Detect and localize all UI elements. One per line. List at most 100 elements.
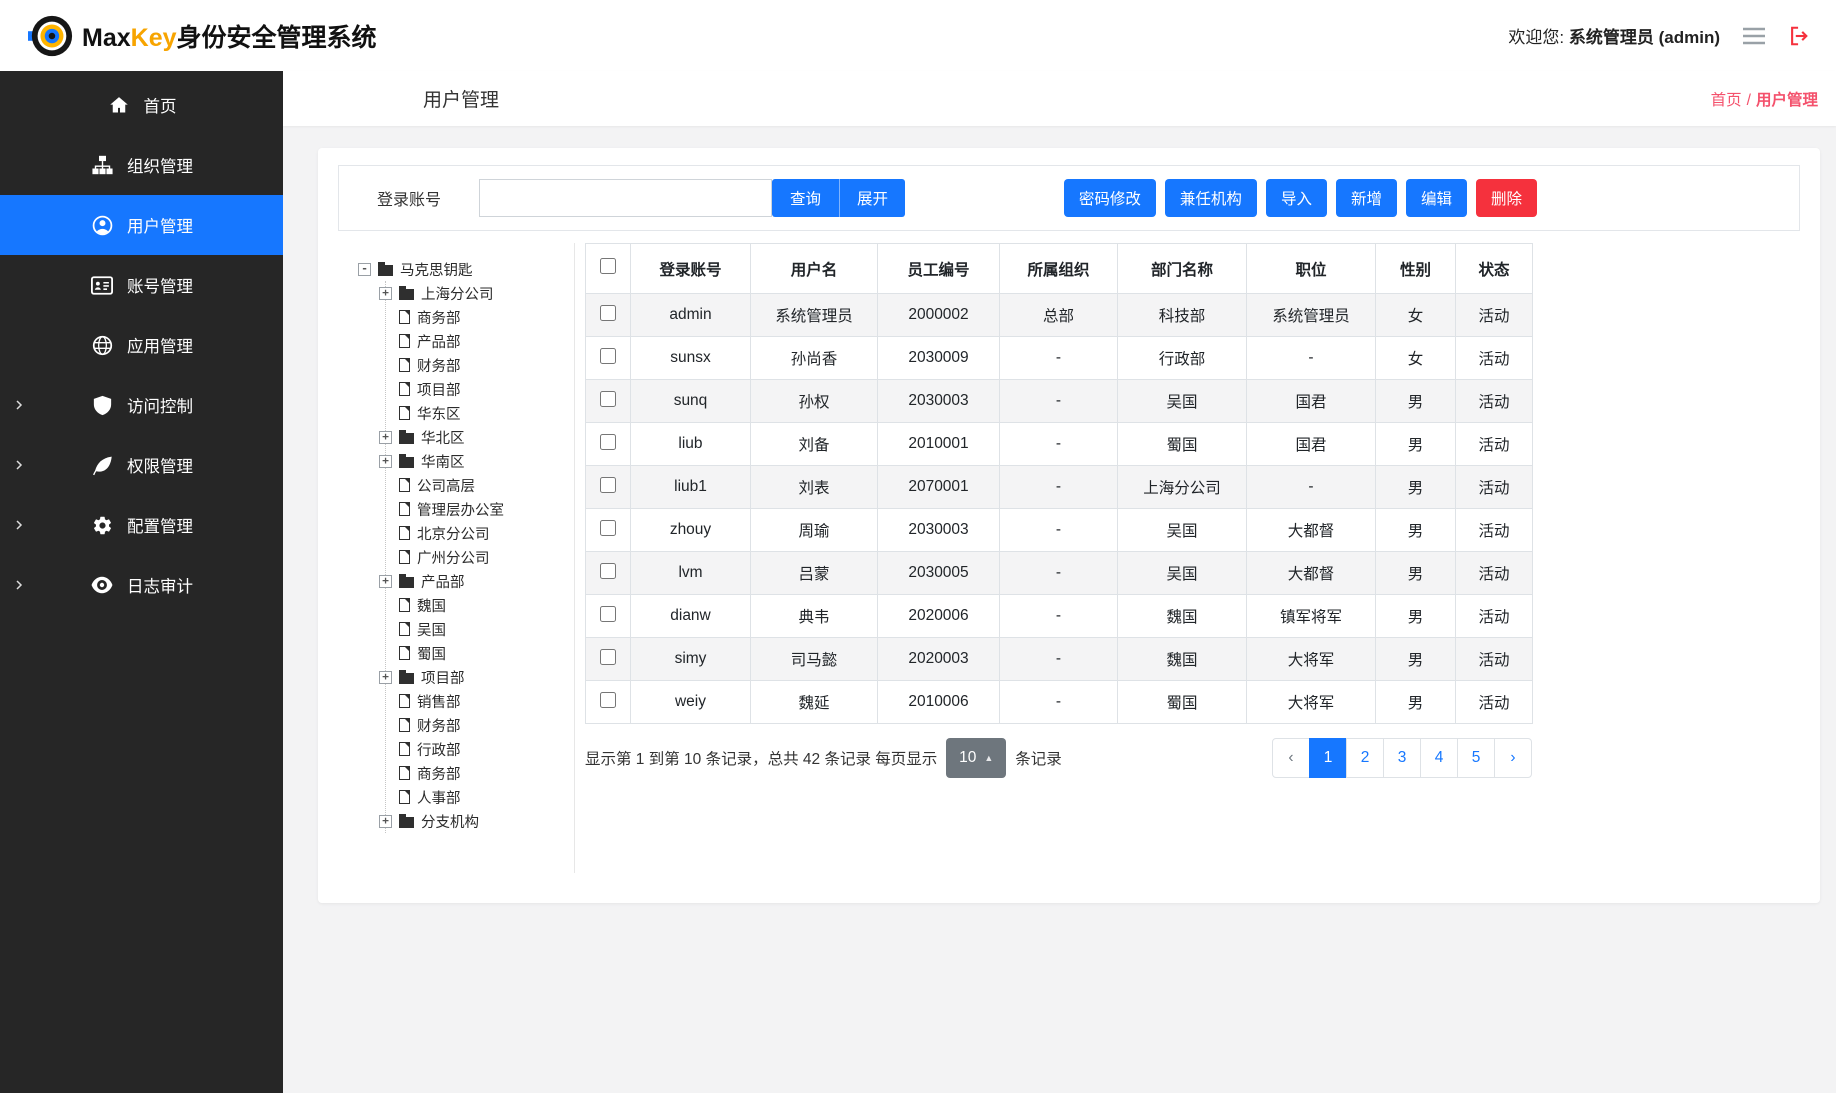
row-checkbox[interactable] bbox=[600, 606, 616, 622]
import-button[interactable]: 导入 bbox=[1266, 179, 1327, 217]
tree-node[interactable]: +项目部 bbox=[379, 665, 574, 689]
select-all-checkbox[interactable] bbox=[600, 258, 616, 274]
row-checkbox[interactable] bbox=[600, 692, 616, 708]
page-button-4[interactable]: 4 bbox=[1420, 738, 1458, 778]
sidebar-item-permissions[interactable]: 权限管理 bbox=[0, 435, 283, 495]
expand-icon[interactable]: + bbox=[379, 671, 392, 684]
row-checkbox[interactable] bbox=[600, 305, 616, 321]
sidebar-item-applications[interactable]: 应用管理 bbox=[0, 315, 283, 375]
edit-button[interactable]: 编辑 bbox=[1406, 179, 1467, 217]
table-row[interactable]: dianw典韦2020006-魏国镇军将军男活动 bbox=[586, 595, 1533, 638]
login-account-input[interactable] bbox=[479, 179, 772, 217]
welcome-text: 欢迎您: 系统管理员 (admin) bbox=[1508, 23, 1720, 48]
logout-icon[interactable] bbox=[1788, 25, 1810, 47]
breadcrumb-current[interactable]: 用户管理 bbox=[1756, 92, 1818, 109]
table-row[interactable]: liub刘备2010001-蜀国国君男活动 bbox=[586, 423, 1533, 466]
expand-icon[interactable]: + bbox=[379, 575, 392, 588]
sidebar-item-organizations[interactable]: 组织管理 bbox=[0, 135, 283, 195]
table-row[interactable]: sunq孙权2030003-吴国国君男活动 bbox=[586, 380, 1533, 423]
table-row[interactable]: admin系统管理员2000002总部科技部系统管理员女活动 bbox=[586, 294, 1533, 337]
tree-node[interactable]: 财务部 bbox=[379, 353, 574, 377]
column-header-gender: 性别 bbox=[1376, 244, 1456, 294]
expand-icon[interactable]: + bbox=[379, 287, 392, 300]
tree-node[interactable]: 华东区 bbox=[379, 401, 574, 425]
row-checkbox[interactable] bbox=[600, 434, 616, 450]
table-row[interactable]: sunsx孙尚香2030009-行政部-女活动 bbox=[586, 337, 1533, 380]
prev-page-button[interactable]: ‹ bbox=[1272, 738, 1310, 778]
sidebar-item-home[interactable]: 首页 bbox=[0, 75, 283, 135]
sidebar-item-users[interactable]: 用户管理 bbox=[0, 195, 283, 255]
tree-node[interactable]: 公司高层 bbox=[379, 473, 574, 497]
adjunct-org-button[interactable]: 兼任机构 bbox=[1165, 179, 1257, 217]
next-page-button[interactable]: › bbox=[1494, 738, 1532, 778]
file-icon bbox=[399, 598, 410, 612]
tree-node[interactable]: 销售部 bbox=[379, 689, 574, 713]
expand-icon[interactable]: + bbox=[379, 815, 392, 828]
pagination-summary-suffix: 条记录 bbox=[1015, 747, 1062, 769]
tree-node[interactable]: +华南区 bbox=[379, 449, 574, 473]
sidebar-item-configuration[interactable]: 配置管理 bbox=[0, 495, 283, 555]
tree-node[interactable]: +产品部 bbox=[379, 569, 574, 593]
expand-button[interactable]: 展开 bbox=[839, 179, 905, 217]
change-password-button[interactable]: 密码修改 bbox=[1064, 179, 1156, 217]
tree-node[interactable]: 魏国 bbox=[379, 593, 574, 617]
tree-node[interactable]: 商务部 bbox=[379, 305, 574, 329]
tree-node[interactable]: 蜀国 bbox=[379, 641, 574, 665]
page-button-5[interactable]: 5 bbox=[1457, 738, 1495, 778]
tree-node[interactable]: +分支机构 bbox=[379, 809, 574, 833]
page-size-dropdown[interactable]: 10▲ bbox=[946, 738, 1006, 778]
row-checkbox[interactable] bbox=[600, 477, 616, 493]
file-icon bbox=[399, 790, 410, 804]
collapse-icon[interactable]: - bbox=[358, 263, 371, 276]
page-list: ‹ 1 2 3 4 5 › bbox=[1272, 738, 1532, 778]
table-area: 登录账号 用户名 员工编号 所属组织 部门名称 职位 性别 状态 bbox=[575, 243, 1800, 873]
tree-node[interactable]: 项目部 bbox=[379, 377, 574, 401]
row-checkbox[interactable] bbox=[600, 520, 616, 536]
page-button-1[interactable]: 1 bbox=[1309, 738, 1347, 778]
tree-node[interactable]: 吴国 bbox=[379, 617, 574, 641]
table-row[interactable]: weiy魏延2010006-蜀国大将军男活动 bbox=[586, 681, 1533, 724]
home-icon bbox=[107, 95, 131, 115]
page-button-2[interactable]: 2 bbox=[1346, 738, 1384, 778]
breadcrumb-home-link[interactable]: 首页 bbox=[1711, 92, 1742, 109]
query-button[interactable]: 查询 bbox=[772, 179, 839, 217]
sidebar: 首页 组织管理 用户管理 账号管理 应用管理 访问控制 bbox=[0, 71, 283, 1093]
delete-button[interactable]: 删除 bbox=[1476, 179, 1537, 217]
page-button-3[interactable]: 3 bbox=[1383, 738, 1421, 778]
tree-node[interactable]: 商务部 bbox=[379, 761, 574, 785]
sidebar-item-audit-logs[interactable]: 日志审计 bbox=[0, 555, 283, 615]
sidebar-item-label: 配置管理 bbox=[127, 513, 193, 537]
gear-icon bbox=[90, 515, 114, 536]
tree-node[interactable]: 管理层办公室 bbox=[379, 497, 574, 521]
breadcrumb: 首页/用户管理 bbox=[1711, 88, 1818, 110]
brand-suffix: 身份安全管理系统 bbox=[177, 24, 377, 52]
tree-node[interactable]: 北京分公司 bbox=[379, 521, 574, 545]
tree-node[interactable]: 产品部 bbox=[379, 329, 574, 353]
table-row[interactable]: lvm吕蒙2030005-吴国大都督男活动 bbox=[586, 552, 1533, 595]
sidebar-item-label: 权限管理 bbox=[127, 453, 193, 477]
tree-node[interactable]: +华北区 bbox=[379, 425, 574, 449]
expand-icon[interactable]: + bbox=[379, 431, 392, 444]
row-checkbox[interactable] bbox=[600, 348, 616, 364]
sidebar-item-access-control[interactable]: 访问控制 bbox=[0, 375, 283, 435]
file-icon bbox=[399, 526, 410, 540]
menu-icon[interactable] bbox=[1742, 26, 1766, 46]
row-checkbox[interactable] bbox=[600, 391, 616, 407]
sidebar-item-accounts[interactable]: 账号管理 bbox=[0, 255, 283, 315]
row-checkbox[interactable] bbox=[600, 649, 616, 665]
brand-max: Max bbox=[82, 24, 131, 52]
table-row[interactable]: simy司马懿2020003-魏国大将军男活动 bbox=[586, 638, 1533, 681]
expand-icon[interactable]: + bbox=[379, 455, 392, 468]
table-header-row: 登录账号 用户名 员工编号 所属组织 部门名称 职位 性别 状态 bbox=[586, 244, 1533, 294]
add-button[interactable]: 新增 bbox=[1336, 179, 1397, 217]
tree-node[interactable]: 广州分公司 bbox=[379, 545, 574, 569]
tree-node[interactable]: 行政部 bbox=[379, 737, 574, 761]
tree-root-node[interactable]: -马克思钥匙 bbox=[358, 257, 574, 281]
tree-node[interactable]: 人事部 bbox=[379, 785, 574, 809]
tree-node[interactable]: 财务部 bbox=[379, 713, 574, 737]
tree-node[interactable]: +上海分公司 bbox=[379, 281, 574, 305]
table-row[interactable]: liub1刘表2070001-上海分公司-男活动 bbox=[586, 466, 1533, 509]
table-row[interactable]: zhouy周瑜2030003-吴国大都督男活动 bbox=[586, 509, 1533, 552]
row-checkbox[interactable] bbox=[600, 563, 616, 579]
chevron-right-icon bbox=[13, 399, 25, 411]
